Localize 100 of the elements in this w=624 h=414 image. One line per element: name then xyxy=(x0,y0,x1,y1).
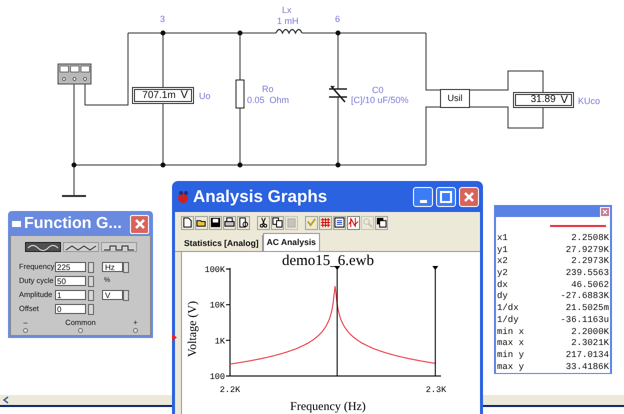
readout-label: x1 xyxy=(497,233,508,245)
unit-select[interactable]: V xyxy=(102,290,123,300)
print-button[interactable] xyxy=(223,216,236,230)
node-label: 3 xyxy=(160,15,166,24)
readout-label: dy xyxy=(497,291,508,304)
y-tick-label: 100K xyxy=(204,265,225,275)
reverse-button[interactable] xyxy=(375,216,388,230)
grid-icon xyxy=(320,217,331,228)
component-name: C0 xyxy=(372,86,384,95)
cursor-line[interactable] xyxy=(334,266,340,376)
junction-dot xyxy=(336,30,340,36)
tab[interactable]: AC Analysis xyxy=(262,233,320,251)
readout-value: 2.2000K xyxy=(571,326,609,338)
chart-title: demo15_6.ewb xyxy=(282,253,374,269)
new-file-icon xyxy=(182,217,193,228)
window-title: Function G... xyxy=(24,216,123,232)
scroll-left-icon[interactable] xyxy=(2,396,10,404)
input-field[interactable]: 50 xyxy=(55,276,86,286)
legend-line xyxy=(550,225,606,227)
junction-dot xyxy=(72,162,76,168)
meter-unit: V xyxy=(180,90,188,101)
function-generator-icon[interactable] xyxy=(58,64,92,84)
close-icon xyxy=(602,209,608,215)
spinner-button[interactable] xyxy=(88,276,94,286)
legend-button[interactable] xyxy=(333,216,346,230)
input-field[interactable]: 1 xyxy=(55,290,86,300)
waveform-button[interactable] xyxy=(25,242,61,252)
readout-value: 217.0134 xyxy=(566,350,609,362)
input-field[interactable]: 0 xyxy=(55,304,86,314)
print-preview-icon xyxy=(238,217,249,228)
input-field[interactable]: 225 xyxy=(55,262,86,272)
magnifier-icon xyxy=(362,217,373,228)
spinner-button[interactable] xyxy=(88,262,94,272)
scissors-icon xyxy=(258,217,269,228)
square-wave-icon xyxy=(102,242,136,252)
component-name: Ro xyxy=(262,85,274,94)
cut-button[interactable] xyxy=(257,216,270,230)
readout-label: x2 xyxy=(497,256,508,268)
close-button[interactable] xyxy=(600,207,610,217)
waveform-button[interactable] xyxy=(63,242,99,252)
maximize-icon xyxy=(440,191,452,203)
reverse-colors-icon xyxy=(376,217,387,228)
new-button[interactable] xyxy=(181,216,194,230)
spinner-button[interactable] xyxy=(88,304,94,314)
junction-dot xyxy=(160,162,166,168)
junction-dot xyxy=(160,30,166,36)
component-value: [C]/10 uF/50% xyxy=(351,96,409,105)
readout-label: min y xyxy=(497,350,524,362)
maximize-button[interactable] xyxy=(436,187,456,207)
cursor-line[interactable] xyxy=(432,266,438,376)
spinner-button[interactable] xyxy=(88,290,94,300)
component-value: 1 mH xyxy=(277,17,299,26)
minimize-icon xyxy=(420,200,426,202)
readout-value: 21.5025m xyxy=(566,303,609,315)
meter-reading: 707.1m xyxy=(142,90,176,100)
y-axis-label: Voltage (V) xyxy=(185,300,199,358)
y-tick-label: 1K xyxy=(214,336,225,346)
subcircuit-block: Usil xyxy=(440,89,470,108)
close-icon xyxy=(134,218,146,230)
meter-label: KUco xyxy=(578,97,600,106)
grid-button[interactable] xyxy=(319,216,332,230)
preview-button[interactable] xyxy=(237,216,250,230)
printer-icon xyxy=(224,217,235,228)
save-button[interactable] xyxy=(209,216,222,230)
triangle-wave-icon xyxy=(64,242,98,252)
spinner-button[interactable] xyxy=(123,290,129,300)
minimize-button[interactable] xyxy=(413,187,433,207)
close-button[interactable] xyxy=(459,187,479,207)
close-button[interactable] xyxy=(130,214,149,234)
meter-label: Uo xyxy=(199,92,211,101)
cursors-icon xyxy=(348,217,359,228)
spinner-button[interactable] xyxy=(123,262,129,272)
terminal-icon[interactable] xyxy=(78,328,83,333)
meter-reading: 31.89 xyxy=(530,95,556,105)
sine-wave-icon xyxy=(26,242,60,252)
scrollbar[interactable] xyxy=(0,395,172,407)
readout-value: 239.5563 xyxy=(566,268,609,280)
cursors-button[interactable] xyxy=(347,216,360,230)
window-title: Analysis Graphs xyxy=(193,186,328,208)
readout-value: -36.1163u xyxy=(560,314,609,326)
readout-label: min x xyxy=(497,326,524,338)
copy-button[interactable] xyxy=(271,216,284,230)
tab[interactable]: Statistics [Analog] xyxy=(181,235,263,251)
terminal-icon[interactable] xyxy=(23,328,28,333)
readout-value: 27.9279K xyxy=(566,244,609,256)
unit-select[interactable]: Hz xyxy=(102,262,123,272)
readout-label: dx xyxy=(497,280,508,292)
junction-dot xyxy=(238,30,242,36)
junction-dot xyxy=(336,162,340,168)
readout-value: -27.6883K xyxy=(560,291,609,304)
resistor-icon xyxy=(236,80,244,108)
node-label: 6 xyxy=(335,15,340,24)
terminal-icon[interactable] xyxy=(133,328,138,333)
waveform-button[interactable] xyxy=(101,242,137,252)
readout-label: 1/dy xyxy=(497,314,519,326)
readout-label: y2 xyxy=(497,268,508,280)
readout-label: y1 xyxy=(497,244,508,256)
readout-label: max y xyxy=(497,362,524,374)
open-button[interactable] xyxy=(195,216,208,230)
readout-value: 46.5062 xyxy=(571,280,609,292)
